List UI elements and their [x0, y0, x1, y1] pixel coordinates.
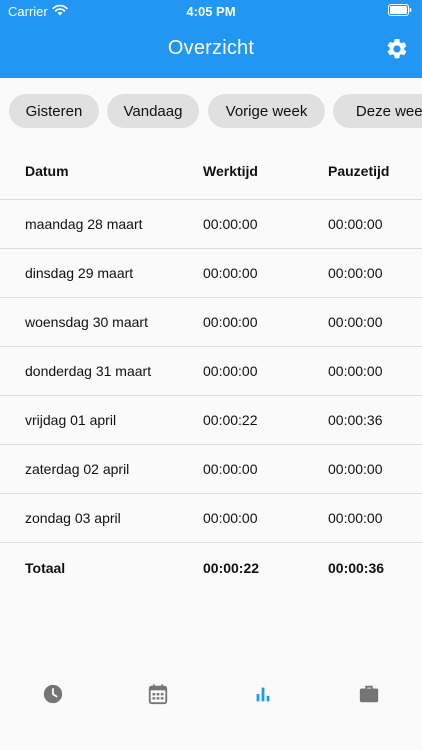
table-row: zaterdag 02 april 00:00:00 00:00:00: [0, 445, 422, 494]
table-row: vrijdag 01 april 00:00:22 00:00:36: [0, 396, 422, 445]
row-date: donderdag 31 maart: [25, 363, 152, 379]
app-screen: Carrier 4:05 PM Overzicht Gisteren Vanda…: [0, 0, 422, 750]
row-date: maandag 28 maart: [25, 216, 143, 232]
row-worktime: 00:00:22: [203, 412, 258, 428]
row-breaktime: 00:00:00: [328, 363, 383, 379]
chip-vandaag[interactable]: Vandaag: [107, 94, 199, 128]
bottom-navigation: [0, 678, 422, 750]
status-bar: Carrier 4:05 PM: [0, 0, 422, 24]
total-row: Totaal 00:00:22 00:00:36: [0, 543, 422, 592]
row-date: zondag 03 april: [25, 510, 121, 526]
bar-chart-icon: [256, 687, 269, 702]
row-date: vrijdag 01 april: [25, 412, 117, 428]
header-werktijd: Werktijd: [203, 163, 258, 179]
row-date: dinsdag 29 maart: [25, 265, 134, 281]
nav-item-projects[interactable]: [316, 678, 421, 710]
clock-icon: [43, 684, 62, 704]
nav-item-timer[interactable]: [0, 678, 105, 710]
row-breaktime: 00:00:36: [328, 412, 383, 428]
table-row: zondag 03 april 00:00:00 00:00:00: [0, 494, 422, 543]
chip-deze-week[interactable]: Deze week: [333, 94, 422, 128]
row-worktime: 00:00:00: [203, 461, 258, 477]
row-breaktime: 00:00:00: [328, 461, 383, 477]
nav-item-calendar[interactable]: [105, 678, 210, 710]
total-label: Totaal: [25, 559, 66, 576]
row-worktime: 00:00:00: [203, 314, 258, 330]
overview-table: Datum Werktijd Pauzetijd maandag 28 maar…: [0, 146, 422, 592]
chip-vorige-week[interactable]: Vorige week: [208, 94, 325, 128]
status-time: 4:05 PM: [186, 4, 236, 19]
calendar-icon: [148, 684, 167, 705]
row-worktime: 00:00:00: [203, 510, 258, 526]
row-date: zaterdag 02 april: [25, 461, 130, 477]
row-worktime: 00:00:00: [203, 363, 258, 379]
page-title: Overzicht: [167, 37, 255, 59]
table-row: woensdag 30 maart 00:00:00 00:00:00: [0, 298, 422, 347]
row-breaktime: 00:00:00: [328, 314, 383, 330]
row-worktime: 00:00:00: [203, 265, 258, 281]
table-header: Datum Werktijd Pauzetijd: [0, 146, 422, 200]
nav-item-overview[interactable]: [210, 678, 315, 710]
table-row: maandag 28 maart 00:00:00 00:00:00: [0, 200, 422, 249]
settings-button[interactable]: [384, 36, 410, 62]
battery-icon: [388, 4, 412, 16]
period-filter-chips: Gisteren Vandaag Vorige week Deze week: [0, 94, 422, 128]
total-breaktime: 00:00:36: [328, 559, 385, 576]
row-breaktime: 00:00:00: [328, 265, 383, 281]
header-pauzetijd: Pauzetijd: [328, 163, 390, 179]
header: Carrier 4:05 PM Overzicht: [0, 0, 422, 78]
row-breaktime: 00:00:00: [328, 216, 383, 232]
table-row: donderdag 31 maart 00:00:00 00:00:00: [0, 347, 422, 396]
total-worktime: 00:00:22: [203, 559, 260, 576]
header-datum: Datum: [25, 163, 69, 179]
row-worktime: 00:00:00: [203, 216, 258, 232]
row-breaktime: 00:00:00: [328, 510, 383, 526]
row-date: woensdag 30 maart: [25, 314, 148, 330]
chip-gisteren[interactable]: Gisteren: [9, 94, 99, 128]
gear-icon: [387, 38, 407, 59]
table-row: dinsdag 29 maart 00:00:00 00:00:00: [0, 249, 422, 298]
briefcase-icon: [359, 685, 378, 703]
